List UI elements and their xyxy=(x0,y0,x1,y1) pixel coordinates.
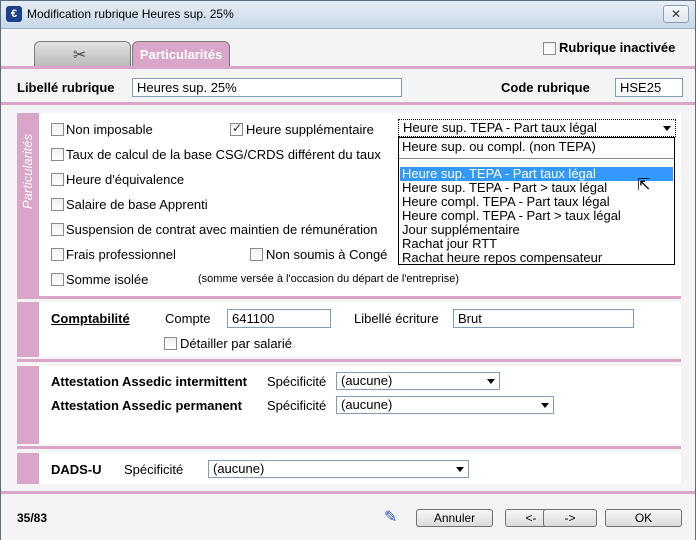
heure-equivalence-label: Heure d'équivalence xyxy=(66,172,185,187)
assedic-permanent-label: Attestation Assedic permanent xyxy=(51,398,242,413)
assedic-intermittent-select-value: (aucune) xyxy=(341,373,393,388)
heure-sup-dropdown-list[interactable]: Heure sup. ou compl. (non TEPA) Heure su… xyxy=(398,137,675,265)
taux-csg-checkbox[interactable] xyxy=(51,148,64,161)
compte-input[interactable]: 641100 xyxy=(227,309,331,328)
dropdown-option[interactable]: Jour supplémentaire xyxy=(402,223,520,237)
comptabilite-strip xyxy=(17,302,39,357)
frais-professionnel-checkbox[interactable] xyxy=(51,248,64,261)
taux-csg-label: Taux de calcul de la base CSG/CRDS diffé… xyxy=(66,147,381,162)
title-bar: € Modification rubrique Heures sup. 25% … xyxy=(1,1,695,29)
code-rubrique-input[interactable]: HSE25 xyxy=(615,78,683,97)
non-soumis-conge-label: Non soumis à Congé xyxy=(266,247,388,262)
next-button[interactable]: -> xyxy=(543,509,597,527)
app-icon: € xyxy=(6,6,22,22)
particularites-side-label: Particularités xyxy=(20,133,35,209)
dropdown-option[interactable]: Rachat heure repos compensateur xyxy=(402,251,602,265)
dialog-window: € Modification rubrique Heures sup. 25% … xyxy=(0,0,696,540)
tab-underline xyxy=(1,66,695,69)
code-rubrique-label: Code rubrique xyxy=(501,80,590,95)
comptabilite-label: Comptabilité xyxy=(51,311,130,326)
ok-button[interactable]: OK xyxy=(605,509,682,527)
heure-sup-select[interactable]: Heure sup. TEPA - Part taux légal xyxy=(398,119,676,137)
assedic-permanent-specificite-label: Spécificité xyxy=(267,398,327,413)
detailler-salarie-checkbox[interactable] xyxy=(164,337,177,350)
chevron-down-icon xyxy=(541,403,549,408)
libelle-rubrique-input[interactable]: Heures sup. 25% xyxy=(132,78,402,97)
dropdown-option-selected[interactable]: Heure sup. TEPA - Part taux légal xyxy=(400,167,673,181)
record-counter: 35/83 xyxy=(17,511,48,525)
dropdown-option[interactable]: Heure compl. TEPA - Part > taux légal xyxy=(402,209,621,223)
close-button[interactable]: ✕ xyxy=(663,5,689,23)
libelle-ecriture-label: Libellé écriture xyxy=(354,311,439,326)
particularites-strip: Particularités xyxy=(17,113,39,296)
wrench-icon: ✂ xyxy=(73,47,87,64)
separator xyxy=(1,491,695,494)
frais-professionnel-label: Frais professionnel xyxy=(66,247,176,262)
assedic-intermittent-specificite-label: Spécificité xyxy=(267,374,327,389)
assedic-permanent-select-value: (aucune) xyxy=(341,397,393,412)
non-imposable-label: Non imposable xyxy=(66,122,153,137)
dads-strip xyxy=(17,453,39,484)
assedic-permanent-select[interactable]: (aucune) xyxy=(336,396,554,414)
salaire-apprenti-checkbox[interactable] xyxy=(51,198,64,211)
dads-select-value: (aucune) xyxy=(213,461,265,476)
separator xyxy=(17,446,681,449)
suspension-contrat-label: Suspension de contrat avec maintien de r… xyxy=(66,222,378,237)
suspension-contrat-checkbox[interactable] xyxy=(51,223,64,236)
libelle-rubrique-label: Libellé rubrique xyxy=(17,80,115,95)
chevron-down-icon xyxy=(663,126,671,131)
separator xyxy=(17,359,681,362)
non-imposable-checkbox[interactable] xyxy=(51,123,64,136)
non-soumis-conge-checkbox[interactable] xyxy=(250,248,263,261)
chevron-down-icon xyxy=(487,379,495,384)
libelle-ecriture-input[interactable]: Brut xyxy=(453,309,634,328)
tab-particularites[interactable]: Particularités xyxy=(132,41,230,67)
somme-isolee-checkbox[interactable] xyxy=(51,273,64,286)
detailler-salarie-label: Détailler par salarié xyxy=(180,336,292,351)
compte-label: Compte xyxy=(165,311,211,326)
annuler-button[interactable]: Annuler xyxy=(416,509,493,527)
somme-isolee-label: Somme isolée xyxy=(66,272,149,287)
assedic-intermittent-label: Attestation Assedic intermittent xyxy=(51,374,247,389)
assedic-intermittent-select[interactable]: (aucune) xyxy=(336,372,500,390)
dads-select[interactable]: (aucune) xyxy=(208,460,469,478)
pen-icon[interactable]: ✎ xyxy=(384,507,397,527)
heure-sup-checkbox[interactable] xyxy=(230,121,243,136)
rubrique-inactivee-checkbox[interactable] xyxy=(543,42,556,55)
dropdown-option[interactable]: Heure compl. TEPA - Part taux légal xyxy=(402,195,610,209)
chevron-down-icon xyxy=(456,467,464,472)
dads-specificite-label: Spécificité xyxy=(124,462,184,477)
dropdown-option[interactable]: Rachat jour RTT xyxy=(402,237,497,251)
dropdown-divider xyxy=(399,158,674,159)
mouse-cursor-icon: ⇱ xyxy=(637,177,651,194)
dropdown-option[interactable]: Heure sup. TEPA - Part > taux légal xyxy=(402,181,607,195)
heure-sup-select-value: Heure sup. TEPA - Part taux légal xyxy=(403,120,597,135)
heure-equivalence-checkbox[interactable] xyxy=(51,173,64,186)
salaire-apprenti-label: Salaire de base Apprenti xyxy=(66,197,208,212)
window-title: Modification rubrique Heures sup. 25% xyxy=(27,7,234,21)
separator xyxy=(1,102,695,105)
separator xyxy=(17,296,681,299)
assedic-strip xyxy=(17,366,39,444)
somme-isolee-note: (somme versée à l'occasion du départ de … xyxy=(198,273,459,285)
rubrique-inactivee-label: Rubrique inactivée xyxy=(559,40,676,55)
dads-label: DADS-U xyxy=(51,462,102,477)
tab-general[interactable]: ✂ xyxy=(34,41,131,67)
heure-sup-label: Heure supplémentaire xyxy=(246,122,374,137)
dropdown-option[interactable]: Heure sup. ou compl. (non TEPA) xyxy=(402,140,596,154)
